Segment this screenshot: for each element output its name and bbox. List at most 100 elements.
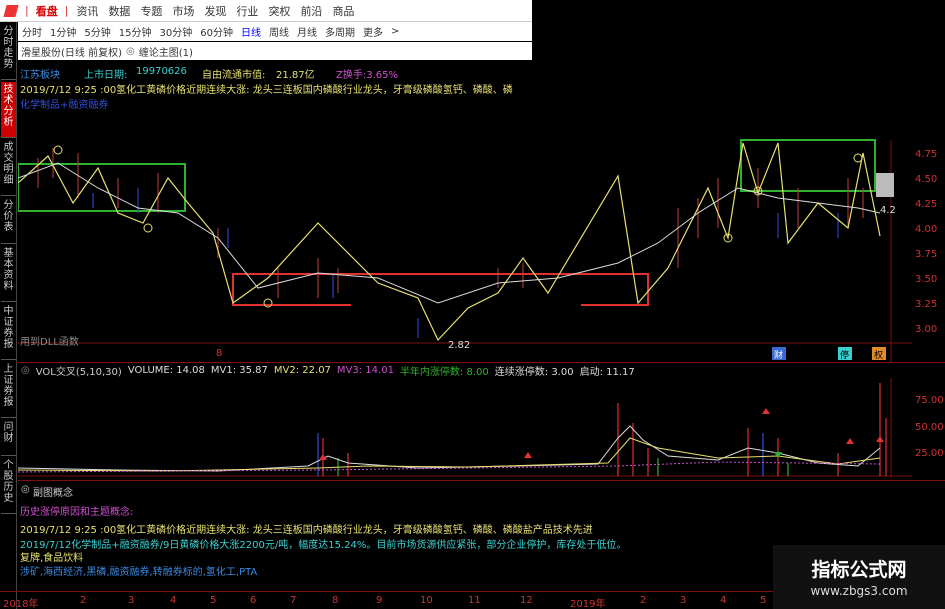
period-bar: 分时 1分钟 5分钟 15分钟 30分钟 60分钟 日线 周线 月线 多周期 更… [18,22,532,41]
period-fenshi[interactable]: 分时 [22,24,42,39]
site-watermark: 指标公式网 www.zbgs3.com [773,545,945,609]
menu-item-hangye[interactable]: 行业 [236,3,258,19]
x-tick: 2019年 [570,599,606,609]
vol-mv1: MV1: 35.87 [210,365,268,376]
tab-fenshi[interactable]: 分时走势 [1,24,16,80]
vol-name[interactable]: VOL交叉(5,10,30) [36,363,122,378]
vol-consec: 连续涨停数: 3.00 [494,367,574,378]
tab-wencai[interactable]: 问财 [1,420,16,456]
x-tick: 12 [520,595,533,606]
period-1min[interactable]: 1分钟 [50,24,76,39]
x-tick: 5 [760,595,767,606]
tab-jishu[interactable]: 技术分析 [1,82,16,138]
dll-tip: 用到DLL函数 [20,335,79,348]
tab-chengjiao[interactable]: 成交明细 [1,140,16,196]
vol-tick: 75.00 [915,395,944,406]
x-tick: 4 [170,595,177,606]
price-cursor-box [876,173,894,197]
x-tick: 2018年 [3,599,39,609]
menu-kanpan[interactable]: 看盘 [36,3,58,19]
price-chart[interactable]: 2.82 4.2 用到DLL函数 8 财 停 权 [18,118,912,362]
pivot-box-green-right [740,139,876,192]
concept-line-1: 2019/7/12 9:25 :00氢化工黄磷价格近期连续大涨: 龙头三连板国内… [20,525,593,536]
x-tick: 3 [128,595,135,606]
period-week[interactable]: 周线 [269,24,289,39]
y-tick: 4.25 [915,199,938,210]
info-panel: 江苏板块 上市日期: 19970626 自由流通市值: 21.87亿 Z换手:3… [18,60,532,118]
marker-quan[interactable]: 权 [874,349,883,361]
y-tick: 3.00 [915,324,938,335]
marker-cai[interactable]: 财 [774,349,783,361]
period-30min[interactable]: 30分钟 [159,24,192,39]
low-price-label: 2.82 [448,340,470,351]
chevron-right-icon[interactable]: > [391,26,399,37]
tab-shangzheng[interactable]: 上证券报 [1,362,16,418]
ma-line [18,162,881,304]
menu-item-qianyan[interactable]: 前沿 [300,3,322,19]
period-more[interactable]: 更多 [363,24,383,39]
x-tick: 5 [210,595,217,606]
down-arrow [774,452,782,458]
vol-mv2: MV2: 22.07 [273,365,331,376]
stock-name: 滑星股份(日线 前复权) [21,47,122,59]
gear-icon[interactable]: ◎ [126,46,135,57]
watermark-title: 指标公式网 [811,559,907,581]
stock-title-bar: 滑星股份(日线 前复权) ◎ 缠论主图(1) [18,42,532,60]
marker-ting[interactable]: 停 [840,349,849,361]
menu-item-tuquan[interactable]: 突权 [268,3,290,19]
watermark-url: www.zbgs3.com [810,584,908,598]
up-arrows [319,408,884,460]
pivot-marker [143,223,153,233]
left-tab-bar: 分时走势 技术分析 成交明细 分价表 基本资料 中证券报 上证券报 问财 个股历… [0,22,17,609]
x-tick: 6 [250,595,257,606]
app-logo-icon [0,0,22,22]
tab-lishi[interactable]: 个股历史 [1,458,16,514]
indicator-name[interactable]: 缠论主图(1) [139,44,193,59]
tab-zhongzheng[interactable]: 中证券报 [1,304,16,360]
tab-jiben[interactable]: 基本资料 [1,246,16,302]
y-axis: 4.75 4.50 4.25 4.00 3.75 3.50 3.25 3.00 … [912,140,945,500]
period-60min[interactable]: 60分钟 [200,24,233,39]
board-label: 江苏板块 [20,70,60,81]
vol-mv3: MV3: 14.01 [336,365,394,376]
menu-item-shangpin[interactable]: 商品 [332,3,354,19]
x-tick: 9 [376,595,383,606]
volume-indicator-bar: ◎ VOL交叉(5,10,30) VOLUME: 14.08 MV1: 35.8… [18,362,945,378]
news-line: 2019/7/12 9:25 :00氢化工黄磷价格近期连续大涨: 龙头三连板国内… [20,85,513,96]
y-tick: 3.50 [915,274,938,285]
x-tick: 4 [720,595,727,606]
list-date: 19970626 [136,66,187,77]
concept-title: 副图概念 [33,488,73,499]
x-tick: 7 [290,595,297,606]
period-15min[interactable]: 15分钟 [119,24,152,39]
x-tick: 2 [80,595,87,606]
concept-collapse-icon[interactable]: ◎ [21,484,30,495]
y-tick: 4.75 [915,149,938,160]
zigzag-line [18,142,881,342]
history-title: 历史涨停原因和主题概念: [20,507,134,518]
float-cap-label: 自由流通市值: [202,70,266,81]
flag-label: 8 [216,348,222,359]
vol-limit-half: 半年内涨停数: 8.00 [399,367,489,378]
period-multi[interactable]: 多周期 [325,24,355,39]
vol-volume: VOLUME: 14.08 [127,365,205,376]
period-day[interactable]: 日线 [241,24,261,39]
menu-item-shuju[interactable]: 数据 [108,3,130,19]
period-5min[interactable]: 5分钟 [84,24,110,39]
tab-fenjia[interactable]: 分价表 [1,198,16,244]
top-menu: | 看盘 | 资讯 数据 专题 市场 发现 行业 突权 前沿 商品 [0,0,532,22]
menu-item-shichang[interactable]: 市场 [172,3,194,19]
x-tick: 2 [640,595,647,606]
menu-item-zixun[interactable]: 资讯 [76,3,98,19]
y-tick: 4.00 [915,224,938,235]
right-price-label: 4.2 [880,205,896,216]
collapse-icon[interactable]: ◎ [21,365,30,376]
period-month[interactable]: 月线 [297,24,317,39]
volume-chart[interactable] [18,378,912,478]
menu-item-faxian[interactable]: 发现 [204,3,226,19]
x-tick: 3 [680,595,687,606]
pivot-box-green [18,163,186,212]
menu-item-zhuanti[interactable]: 专题 [140,3,162,19]
y-tick: 3.75 [915,249,938,260]
y-tick: 4.50 [915,174,938,185]
